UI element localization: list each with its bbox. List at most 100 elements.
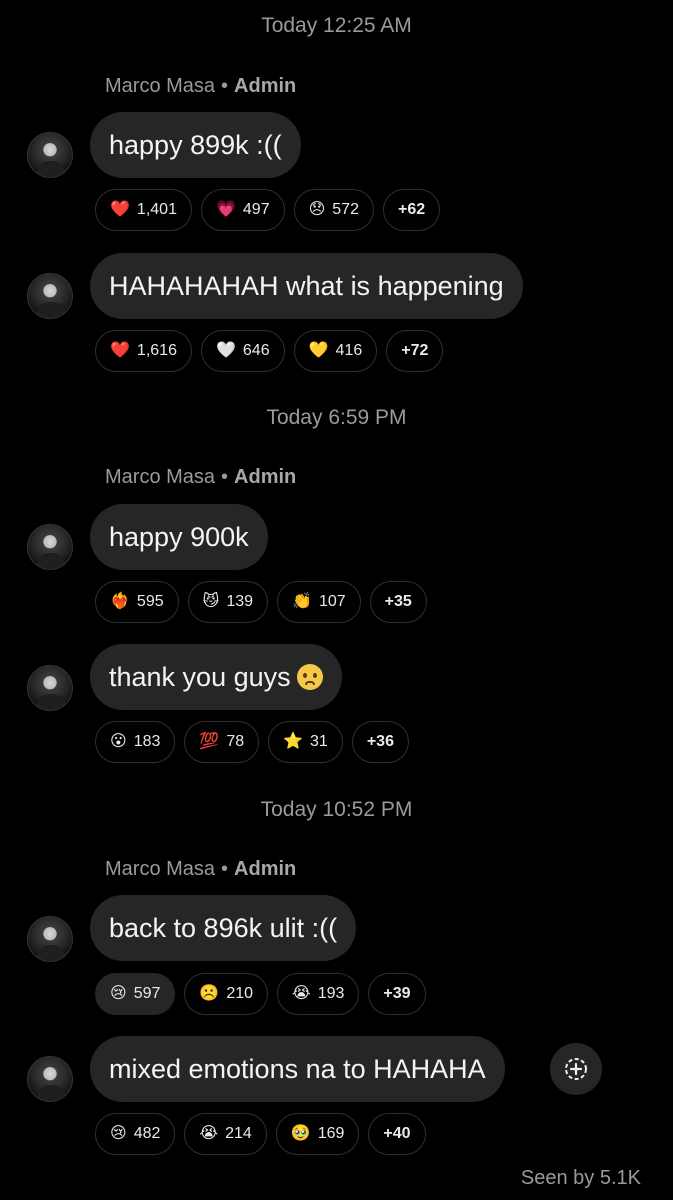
message-bubble[interactable]: happy 899k :(( xyxy=(90,112,301,178)
more-reactions-chip[interactable]: +72 xyxy=(386,330,444,372)
pleading-face-icon: 🥹 xyxy=(290,1125,311,1142)
crying-face-icon: 😢 xyxy=(110,1125,127,1142)
message-text: happy 900k xyxy=(109,522,249,552)
frowning-face-icon: ☹️ xyxy=(199,985,220,1002)
avatar[interactable] xyxy=(27,524,73,570)
reaction-count: 78 xyxy=(226,733,245,750)
reaction-count: 183 xyxy=(133,733,161,750)
timestamp: Today 12:25 AM xyxy=(261,14,412,37)
reaction-chip[interactable]: ☹️ 210 xyxy=(184,973,269,1015)
add-reaction-button[interactable] xyxy=(550,1043,602,1095)
loudly-crying-face-icon: 😭 xyxy=(199,1125,219,1142)
star-icon: ⭐ xyxy=(283,733,304,750)
more-reactions-count: +35 xyxy=(384,593,412,610)
reaction-chip[interactable]: 🥹 169 xyxy=(275,1113,360,1155)
message-text: thank you guys xyxy=(109,662,291,692)
reaction-chip[interactable]: ❤️‍🔥 595 xyxy=(95,581,179,623)
reaction-count: 31 xyxy=(310,733,328,750)
reaction-chip[interactable]: 😮 183 xyxy=(95,721,176,763)
sender-role: Admin xyxy=(234,466,297,488)
reaction-chip[interactable]: ❤️ 1,616 xyxy=(95,330,192,372)
reaction-count: 1,616 xyxy=(136,342,177,359)
reaction-chip[interactable]: 😼 139 xyxy=(187,581,269,623)
message-text: back to 896k ulit :(( xyxy=(109,913,338,943)
timestamp: Today 6:59 PM xyxy=(266,406,407,429)
reaction-count: 139 xyxy=(226,593,254,610)
reaction-count: 214 xyxy=(225,1125,252,1142)
smirking-cat-icon: 😼 xyxy=(202,593,220,610)
reaction-chip[interactable]: 😞 572 xyxy=(293,189,374,231)
white-heart-icon: 🤍 xyxy=(215,342,236,359)
avatar[interactable] xyxy=(27,665,73,711)
avatar[interactable] xyxy=(27,1056,73,1102)
reaction-count: 646 xyxy=(242,342,270,359)
reaction-chip[interactable]: ⭐ 31 xyxy=(268,721,343,763)
more-reactions-chip[interactable]: +62 xyxy=(382,189,441,231)
reaction-bar: ❤️ 1,616 🤍 646 💛 416 +72 xyxy=(95,330,444,372)
reaction-count: 416 xyxy=(335,342,363,359)
more-reactions-count: +36 xyxy=(366,733,394,750)
reaction-chip[interactable]: 😭 214 xyxy=(184,1113,267,1155)
reaction-count: 595 xyxy=(136,593,164,610)
disappointed-face-icon: 😞 xyxy=(308,201,326,218)
more-reactions-chip[interactable]: +39 xyxy=(368,973,426,1015)
more-reactions-count: +62 xyxy=(397,201,426,218)
reaction-bar: ❤️ 1,401 💗 497 😞 572 +62 xyxy=(95,189,441,231)
more-reactions-count: +72 xyxy=(401,342,429,359)
message-bubble[interactable]: happy 900k xyxy=(90,504,268,570)
add-reaction-icon xyxy=(565,1058,587,1080)
reaction-count: 210 xyxy=(226,985,254,1002)
sender-label: Marco Masa • Admin xyxy=(105,75,297,97)
reaction-count: 497 xyxy=(242,201,270,218)
avatar[interactable] xyxy=(27,273,73,319)
hundred-points-icon: 💯 xyxy=(199,733,220,750)
loudly-crying-face-icon: 😭 xyxy=(292,985,311,1002)
message-bubble[interactable]: mixed emotions na to HAHAHA xyxy=(90,1036,505,1102)
reaction-chip[interactable]: 💗 497 xyxy=(200,189,285,231)
message-text: HAHAHAHAH what is happening xyxy=(109,271,504,301)
reaction-chip[interactable]: 🤍 646 xyxy=(200,330,285,372)
avatar[interactable] xyxy=(27,132,73,178)
more-reactions-chip[interactable]: +36 xyxy=(351,721,409,763)
more-reactions-count: +40 xyxy=(383,1125,411,1142)
reaction-count: 107 xyxy=(318,593,346,610)
pleading-face-icon xyxy=(296,664,323,690)
reaction-chip[interactable]: 😢 482 xyxy=(95,1113,176,1155)
timestamp: Today 10:52 PM xyxy=(260,798,413,821)
sender-role: Admin xyxy=(234,858,297,880)
reaction-bar: ❤️‍🔥 595 😼 139 👏 107 +35 xyxy=(95,581,427,623)
sender-name: Marco Masa xyxy=(105,75,216,97)
clapping-hands-icon: 👏 xyxy=(292,593,312,610)
avatar[interactable] xyxy=(27,916,73,962)
more-reactions-chip[interactable]: +35 xyxy=(369,581,427,623)
more-reactions-chip[interactable]: +40 xyxy=(368,1113,426,1155)
reaction-chip[interactable]: 💯 78 xyxy=(184,721,260,763)
sender-name: Marco Masa xyxy=(105,466,216,488)
reaction-chip[interactable]: ❤️ 1,401 xyxy=(95,189,192,231)
reaction-chip[interactable]: 😭 193 xyxy=(277,973,360,1015)
reaction-count: 482 xyxy=(133,1125,161,1142)
yellow-heart-icon: 💛 xyxy=(308,342,329,359)
red-heart-icon: ❤️ xyxy=(110,342,130,359)
reaction-count: 169 xyxy=(317,1125,345,1142)
reaction-chip[interactable]: 👏 107 xyxy=(277,581,361,623)
message-bubble[interactable]: back to 896k ulit :(( xyxy=(90,895,357,961)
reaction-bar: 😮 183 💯 78 ⭐ 31 +36 xyxy=(95,721,409,763)
surprised-face-icon: 😮 xyxy=(110,733,127,750)
sender-label: Marco Masa • Admin xyxy=(105,858,297,880)
message-bubble[interactable]: thank you guys xyxy=(90,644,342,710)
reaction-chip[interactable]: 💛 416 xyxy=(293,330,378,372)
reaction-chip[interactable]: 😢 597 xyxy=(95,973,176,1015)
reaction-count: 193 xyxy=(317,985,345,1002)
sender-role: Admin xyxy=(234,75,297,97)
reaction-bar: 😢 597 ☹️ 210 😭 193 +39 xyxy=(95,973,426,1015)
message-text: happy 899k :(( xyxy=(109,130,282,160)
reaction-count: 572 xyxy=(332,201,359,218)
heart-on-fire-icon: ❤️‍🔥 xyxy=(110,593,130,610)
seen-by-label[interactable]: Seen by 5.1K xyxy=(521,1167,641,1190)
message-bubble[interactable]: HAHAHAHAH what is happening xyxy=(90,253,523,319)
reaction-count: 1,401 xyxy=(136,201,177,218)
red-heart-icon: ❤️ xyxy=(110,201,130,218)
sender-name: Marco Masa xyxy=(105,858,216,880)
crying-face-icon: 😢 xyxy=(110,985,127,1002)
